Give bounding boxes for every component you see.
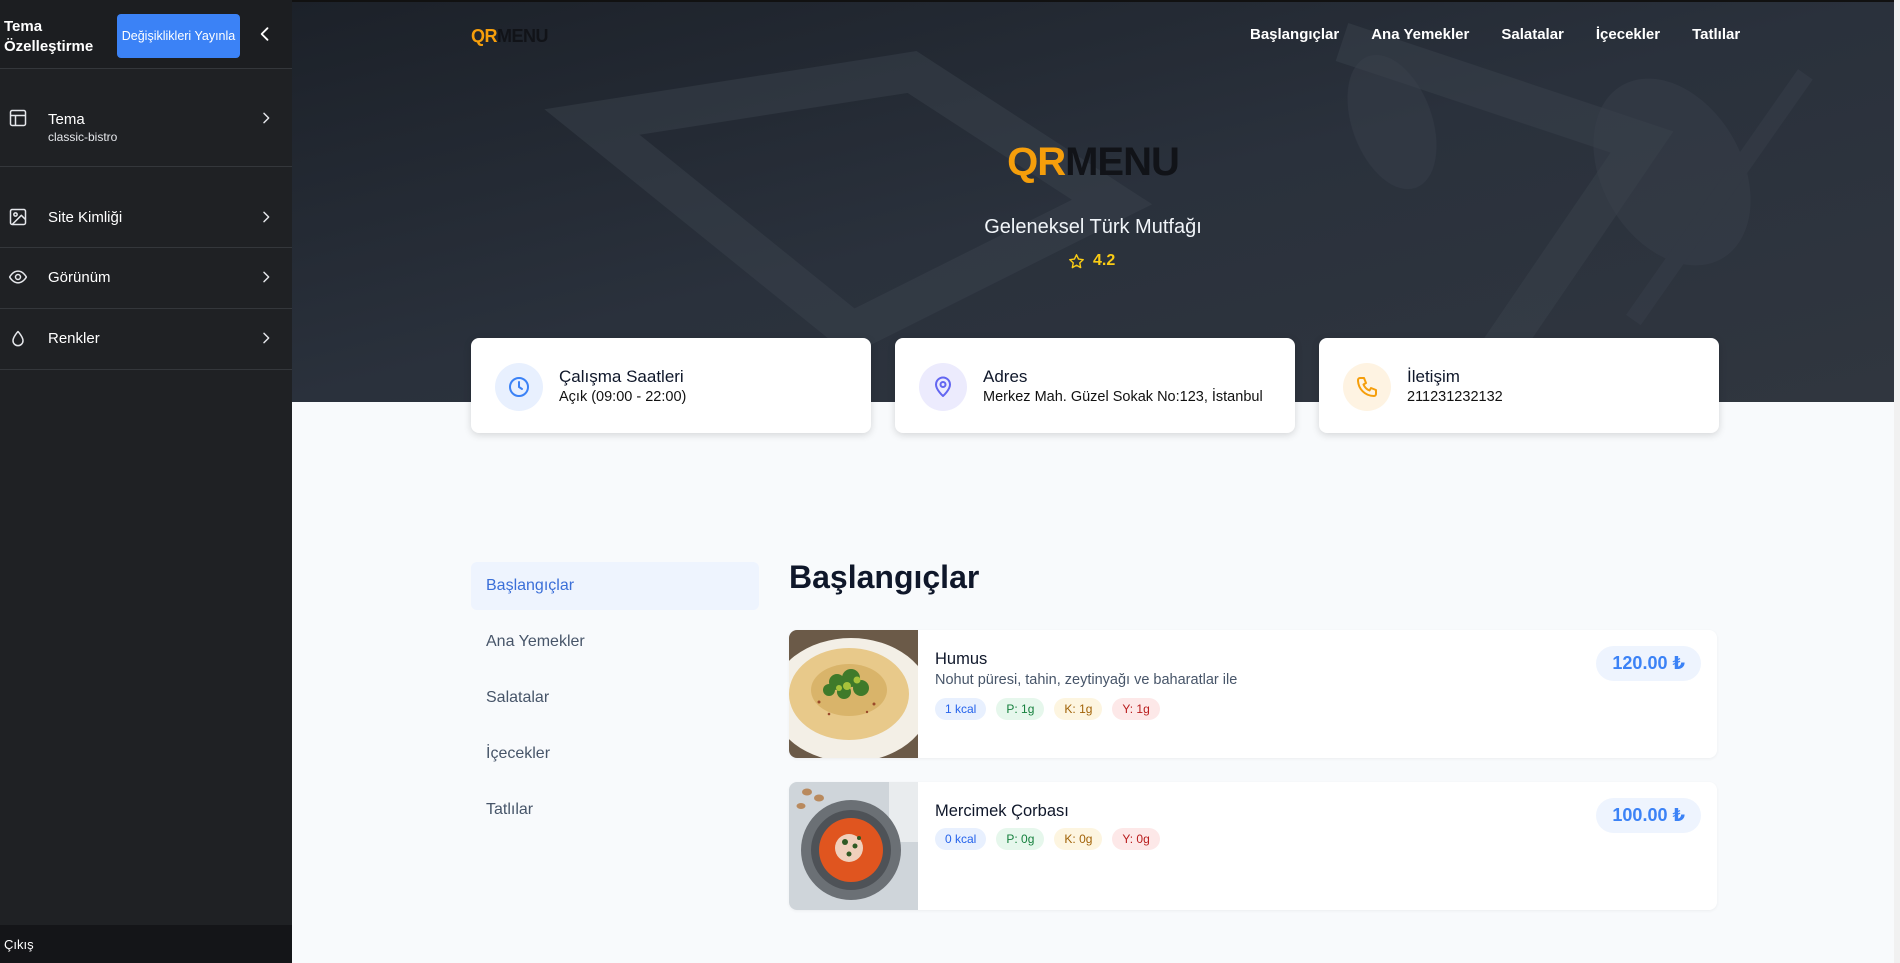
rating: 4.2 <box>1068 252 1115 270</box>
carb-tag: K: 1g <box>1054 698 1103 720</box>
sidebar-item-sublabel: classic-bistro <box>48 130 118 144</box>
menu-item-name: Mercimek Çorbası <box>935 802 1069 820</box>
sidebar-item-label: Tema <box>48 111 85 128</box>
nav-link-salatalar[interactable]: Salatalar <box>1501 26 1564 43</box>
info-card-contact: İletişim 211231232132 <box>1319 338 1719 433</box>
category-tatlilar[interactable]: Tatlılar <box>471 786 759 834</box>
rating-value: 4.2 <box>1093 252 1116 269</box>
sidebar-item-label: Görünüm <box>48 269 111 286</box>
chevron-right-icon <box>263 332 270 344</box>
publish-button[interactable]: Değişiklikleri Yayınla <box>117 14 240 58</box>
category-salatalar[interactable]: Salatalar <box>471 674 759 722</box>
nutrition-tags: 1 kcal P: 1g K: 1g Y: 1g <box>935 698 1160 720</box>
fat-tag: Y: 0g <box>1112 828 1160 850</box>
calorie-tag: 0 kcal <box>935 828 987 850</box>
menu-item-price: 100.00 ₺ <box>1596 798 1701 833</box>
menu-item[interactable]: Mercimek Çorbası 0 kcal P: 0g K: 0g Y: 0… <box>789 782 1717 910</box>
logo-text-menu: MENU <box>1065 140 1180 184</box>
calorie-tag: 1 kcal <box>935 698 987 720</box>
logo-text-menu: MENU <box>497 26 549 46</box>
fat-tag: Y: 1g <box>1112 698 1160 720</box>
header-logo[interactable]: QRMENU <box>471 26 549 47</box>
chevron-left-icon[interactable] <box>255 24 275 44</box>
food-image-humus <box>789 630 918 758</box>
info-card-address: Adres Merkez Mah. Güzel Sokak No:123, İs… <box>895 338 1295 433</box>
nutrition-tags: 0 kcal P: 0g K: 0g Y: 0g <box>935 828 1160 850</box>
nav-link-tatlilar[interactable]: Tatlılar <box>1692 26 1740 43</box>
logo-text-qr: QR <box>471 26 498 46</box>
info-card-title: İletişim <box>1407 367 1460 386</box>
sidebar-item-label: Renkler <box>48 330 100 347</box>
scrollbar[interactable] <box>1894 0 1900 963</box>
sidebar-item-tema[interactable]: Tema classic-bistro <box>0 69 292 167</box>
info-card-title: Adres <box>983 367 1028 386</box>
menu-item-price: 120.00 ₺ <box>1596 646 1701 681</box>
menu-item[interactable]: Humus Nohut püresi, tahin, zeytinyağı ve… <box>789 630 1717 758</box>
logo-text-qr: QR <box>1007 140 1066 184</box>
eye-icon <box>8 270 28 284</box>
nav-link-icecekler[interactable]: İçecekler <box>1596 26 1660 43</box>
image-icon <box>9 208 27 226</box>
site-preview: QRMENU Başlangıçlar Ana Yemekler Salatal… <box>292 0 1900 963</box>
info-card-value: Açık (09:00 - 22:00) <box>559 389 687 405</box>
info-card-title: Çalışma Saatleri <box>559 367 684 386</box>
window-top-border <box>292 0 1900 2</box>
top-navigation: Başlangıçlar Ana Yemekler Salatalar İçec… <box>1250 26 1740 43</box>
protein-tag: P: 0g <box>996 828 1045 850</box>
clock-icon <box>509 377 529 397</box>
star-icon <box>1069 253 1084 268</box>
menu-item-description: Nohut püresi, tahin, zeytinyağı ve bahar… <box>935 672 1238 688</box>
chevron-right-icon <box>263 271 270 283</box>
carb-tag: K: 0g <box>1054 828 1103 850</box>
info-card-value: 211231232132 <box>1407 389 1503 405</box>
info-card-hours: Çalışma Saatleri Açık (09:00 - 22:00) <box>471 338 871 433</box>
customizer-sidebar: Tema Özelleştirme Değişiklikleri Yayınla… <box>0 0 292 963</box>
layout-icon <box>9 109 27 127</box>
category-icecekler[interactable]: İçecekler <box>471 730 759 778</box>
chevron-right-icon <box>263 112 270 124</box>
restaurant-subtitle: Geleneksel Türk Mutfağı <box>984 216 1202 238</box>
hero-logo: QRMENU <box>292 140 1894 185</box>
info-icon-circle <box>1343 363 1391 411</box>
category-ana-yemekler[interactable]: Ana Yemekler <box>471 618 759 666</box>
sidebar-item-gorunum[interactable]: Görünüm <box>0 248 292 309</box>
chevron-right-icon <box>263 211 270 223</box>
nav-link-baslangiclar[interactable]: Başlangıçlar <box>1250 26 1339 43</box>
food-image-mercimek-corbasi <box>789 782 918 910</box>
info-card-value: Merkez Mah. Güzel Sokak No:123, İstanbul <box>983 389 1263 405</box>
droplet-icon <box>12 330 24 347</box>
sidebar-header: Tema Özelleştirme Değişiklikleri Yayınla <box>0 0 292 69</box>
nav-link-ana-yemekler[interactable]: Ana Yemekler <box>1371 26 1469 43</box>
sidebar-item-label: Site Kimliği <box>48 209 123 226</box>
logout-button[interactable]: Çıkış <box>0 925 292 963</box>
sidebar-item-renkler[interactable]: Renkler <box>0 309 292 370</box>
category-baslangiclar[interactable]: Başlangıçlar <box>471 562 759 610</box>
protein-tag: P: 1g <box>996 698 1045 720</box>
info-icon-circle <box>495 363 543 411</box>
sidebar-item-site-kimligi[interactable]: Site Kimliği <box>0 167 292 248</box>
section-title: Başlangıçlar <box>789 559 980 595</box>
info-icon-circle <box>919 363 967 411</box>
menu-item-name: Humus <box>935 650 988 668</box>
sidebar-title: Tema Özelleştirme <box>4 18 94 55</box>
phone-icon <box>1357 377 1377 397</box>
map-pin-icon <box>935 376 951 397</box>
